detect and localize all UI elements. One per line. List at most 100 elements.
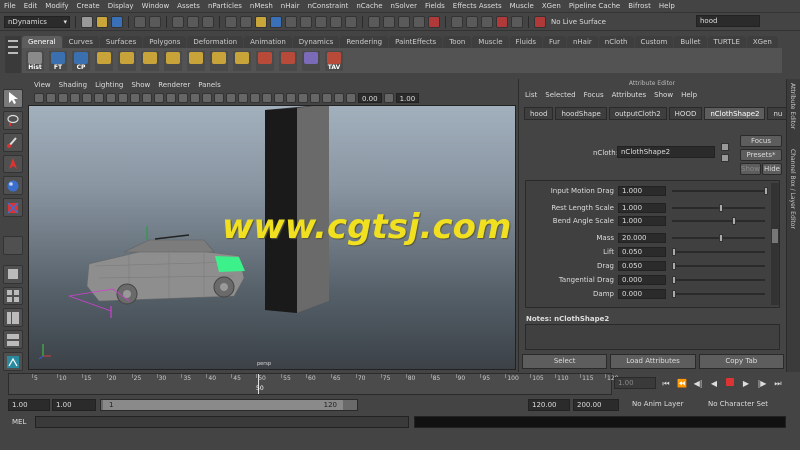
safe-action-icon[interactable] <box>154 92 164 103</box>
shelf-menu-button[interactable] <box>5 36 21 73</box>
use-all-lights-icon[interactable] <box>226 92 236 103</box>
presets-button[interactable]: Presets* <box>740 149 782 161</box>
menu-create[interactable]: Create <box>76 2 99 10</box>
xray-joints-icon[interactable] <box>322 92 332 103</box>
playback-start-field[interactable]: 1.00 <box>52 399 96 411</box>
range-slider[interactable]: 1 120 <box>100 399 358 411</box>
film-gate-icon[interactable] <box>106 92 116 103</box>
isolate-select-icon[interactable] <box>298 92 308 103</box>
wireframe-on-shaded-icon[interactable] <box>202 92 212 103</box>
ae-menu-focus[interactable]: Focus <box>584 91 604 99</box>
menu-xgen[interactable]: XGen <box>542 2 561 10</box>
move-tool-icon[interactable] <box>3 154 23 174</box>
xray-components-icon[interactable] <box>334 92 344 103</box>
live-surface-magnet-icon[interactable] <box>534 15 546 28</box>
shelf-tool-icon[interactable]: CP <box>72 50 90 71</box>
hide-button[interactable]: Hide <box>762 163 782 175</box>
select-tool-icon[interactable] <box>3 89 23 108</box>
step-back-key-icon[interactable]: ⏪ <box>676 378 688 390</box>
redo-icon[interactable] <box>149 15 161 28</box>
play-backwards-icon[interactable]: ◀ <box>708 378 720 390</box>
show-button[interactable]: Show <box>740 163 761 175</box>
snap-view-plane-icon[interactable] <box>413 15 425 28</box>
viewport-menu-renderer[interactable]: Renderer <box>158 81 190 89</box>
character-set-dropdown[interactable]: No Character Set <box>708 400 768 408</box>
screen-space-ao-icon[interactable] <box>250 92 260 103</box>
ae-tab-nclothshape2[interactable]: nClothShape2 <box>704 107 766 120</box>
layout-four-pane-icon[interactable] <box>3 286 23 306</box>
shelf-tab-xgen[interactable]: XGen <box>746 36 778 48</box>
ipr-render-icon[interactable] <box>481 15 493 28</box>
menu-fields[interactable]: Fields <box>425 2 445 10</box>
mask-surfaces-icon[interactable] <box>270 15 282 28</box>
menu-muscle[interactable]: Muscle <box>510 2 534 10</box>
attribute-scrollbar-thumb[interactable] <box>772 229 778 243</box>
shelf-tool-icon[interactable] <box>118 50 136 71</box>
attribute-slider-handle[interactable] <box>672 275 676 284</box>
animation-start-field[interactable]: 1.00 <box>8 399 50 411</box>
shelf-tool-icon[interactable] <box>164 50 182 71</box>
shelf-tab-toon[interactable]: Toon <box>443 36 472 48</box>
attribute-slider-handle[interactable] <box>732 216 737 225</box>
range-slider-handle[interactable]: 1 <box>103 400 343 410</box>
menu-nhair[interactable]: nHair <box>281 2 300 10</box>
shelf-tool-icon[interactable]: Hist <box>26 50 44 71</box>
shelf-tab-dynamics[interactable]: Dynamics <box>292 36 340 48</box>
safe-title-icon[interactable] <box>166 92 176 103</box>
shadows-icon[interactable] <box>238 92 248 103</box>
last-tool-icon[interactable] <box>3 236 23 256</box>
attribute-value-field[interactable]: 1.000 <box>618 215 666 226</box>
select-camera-icon[interactable] <box>34 92 44 103</box>
undo-icon[interactable] <box>134 15 146 28</box>
menu-nmesh[interactable]: nMesh <box>250 2 273 10</box>
shelf-tab-fur[interactable]: Fur <box>542 36 566 48</box>
current-frame-field[interactable]: 1.00 <box>614 377 656 389</box>
attribute-value-field[interactable]: 0.050 <box>618 246 666 257</box>
field-chart-icon[interactable] <box>142 92 152 103</box>
lasso-tool-icon[interactable] <box>3 110 23 130</box>
resolution-gate-icon[interactable] <box>118 92 128 103</box>
menu-nconstraint[interactable]: nConstraint <box>308 2 349 10</box>
attribute-slider-handle[interactable] <box>718 203 723 212</box>
hypershade-pane-icon[interactable] <box>3 352 23 371</box>
smooth-shade-icon[interactable] <box>190 92 200 103</box>
node-name-field[interactable]: nClothShape2 <box>617 146 715 158</box>
camera-attributes-icon[interactable] <box>46 92 56 103</box>
shelf-tab-general[interactable]: General <box>22 36 62 48</box>
mask-handles-icon[interactable] <box>225 15 237 28</box>
mask-dynamics-icon[interactable] <box>300 15 312 28</box>
shelf-tab-surfaces[interactable]: Surfaces <box>99 36 143 48</box>
xray-icon[interactable] <box>310 92 320 103</box>
animation-end-field[interactable]: 200.00 <box>573 399 619 411</box>
make-live-icon[interactable] <box>428 15 440 28</box>
motion-blur-icon[interactable] <box>262 92 272 103</box>
gamma-icon[interactable] <box>383 92 394 103</box>
menu-window[interactable]: Window <box>142 2 170 10</box>
menu-modify[interactable]: Modify <box>45 2 68 10</box>
shelf-tab-bullet[interactable]: Bullet <box>674 36 707 48</box>
focus-button[interactable]: Focus <box>740 135 782 147</box>
shelf-tool-icon[interactable] <box>210 50 228 71</box>
shelf-tool-icon[interactable] <box>256 50 274 71</box>
grease-pencil-icon[interactable] <box>82 92 92 103</box>
grid-icon[interactable] <box>94 92 104 103</box>
ae-menu-list[interactable]: List <box>525 91 537 99</box>
layout-outliner-pane-icon[interactable] <box>3 308 23 328</box>
attribute-scrollbar[interactable] <box>771 183 779 305</box>
notes-textarea[interactable] <box>525 324 780 350</box>
shelf-tab-turtle[interactable]: TURTLE <box>707 36 746 48</box>
mask-joints-icon[interactable] <box>240 15 252 28</box>
copy-tab-button[interactable]: Copy Tab <box>698 354 784 369</box>
menu-edit[interactable]: Edit <box>24 2 38 10</box>
paint-select-tool-icon[interactable] <box>3 132 23 152</box>
shelf-tool-icon[interactable] <box>279 50 297 71</box>
attribute-value-field[interactable]: 1.000 <box>618 202 666 213</box>
wireframe-icon[interactable] <box>178 92 188 103</box>
attribute-slider[interactable] <box>672 203 765 212</box>
shelf-tab-fluids[interactable]: Fluids <box>509 36 542 48</box>
shelf-tab-rendering[interactable]: Rendering <box>340 36 389 48</box>
attribute-value-field[interactable]: 0.050 <box>618 260 666 271</box>
ae-tab-hoodshape[interactable]: hoodShape <box>555 107 607 120</box>
shelf-tool-icon[interactable]: TAV <box>325 50 343 71</box>
attribute-slider[interactable] <box>672 233 765 242</box>
